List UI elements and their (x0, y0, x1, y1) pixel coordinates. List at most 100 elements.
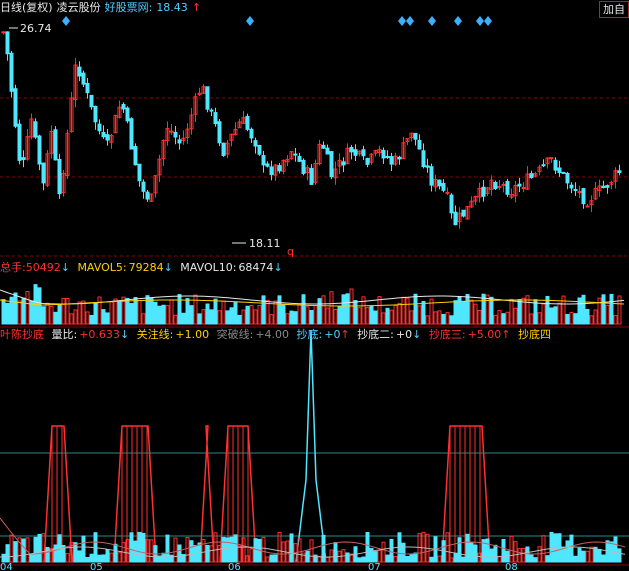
candle-body (445, 191, 450, 194)
volume-bar (381, 312, 386, 325)
candle-body (209, 109, 214, 112)
candle-body (97, 123, 102, 132)
indicator-bar (73, 542, 78, 563)
month-tick-label: 06 (228, 562, 241, 571)
volume-bar (309, 310, 314, 325)
volume-bar (25, 291, 30, 325)
indicator-bar (457, 537, 462, 563)
volume-bar (413, 293, 418, 325)
volume-bar (125, 297, 130, 325)
volume-bar (173, 314, 178, 325)
candle-body (21, 157, 26, 160)
volume-bar (505, 311, 510, 325)
candle-body (265, 163, 270, 167)
volume-bar (397, 302, 402, 325)
volume-bar (93, 302, 98, 325)
mavol10-value: 68474 (238, 261, 274, 274)
candle-body (461, 209, 466, 217)
volume-bar (161, 304, 166, 325)
volume-bar (157, 305, 162, 325)
indicator-bar (141, 532, 146, 563)
indicator-bar (501, 538, 506, 563)
volume-bar (237, 314, 242, 325)
indicator-bar (309, 539, 314, 563)
candle-body (77, 66, 82, 77)
candle-body (341, 161, 346, 166)
volume-bar (269, 314, 274, 325)
indicator-bar (333, 542, 338, 563)
volume-bar (217, 310, 222, 325)
candle-body (417, 139, 422, 150)
candle-body (353, 149, 358, 156)
volume-bar (293, 311, 298, 325)
month-tick-label: 04 (0, 562, 13, 571)
candle-body (321, 144, 326, 149)
volume-bar (541, 303, 546, 325)
volume-bar (137, 300, 142, 325)
volume-legend: 总手:50492↓ MAVOL5: 79284↓ MAVOL10: 68474↓ (0, 260, 287, 276)
indicator-bar (597, 548, 602, 563)
volume-bar (341, 294, 346, 325)
volume-bar (225, 310, 230, 325)
candle-body (277, 165, 282, 172)
volume-bar (181, 312, 186, 325)
mavol10-label: MAVOL10: (180, 261, 237, 274)
candle-body (497, 185, 502, 188)
indicator-bar (461, 556, 466, 563)
indicator-bar (129, 532, 134, 563)
volume-bar (177, 294, 182, 325)
candle-body (429, 166, 434, 186)
volume-bar (97, 296, 102, 325)
indicator-name[interactable]: 叶陈抄底 (0, 328, 44, 341)
volume-bar (245, 305, 250, 325)
candle-body (205, 86, 210, 110)
indicator-bar (305, 550, 310, 563)
candle-body (253, 140, 258, 147)
volume-bar (457, 296, 462, 325)
indicator-bar (21, 538, 26, 563)
month-tick-label: 08 (505, 562, 518, 571)
volume-bar (41, 306, 46, 325)
candle-body (561, 171, 566, 174)
candle-body (389, 156, 394, 165)
indicator-bar (253, 538, 258, 563)
volume-bar (593, 309, 598, 325)
mavol5-line (0, 289, 625, 305)
chaodi3-label: 抄底三: (428, 328, 466, 341)
indicator-bar (249, 548, 254, 563)
candle-body (81, 72, 86, 85)
candle-body (293, 153, 298, 156)
volume-bar (149, 297, 154, 325)
indicator-bar (537, 546, 542, 563)
candle-body (549, 157, 554, 160)
volume-bar (565, 313, 570, 325)
period-label[interactable]: 日线(复权) (0, 1, 53, 14)
candle-body (89, 94, 94, 108)
down-arrow-icon: ↓ (119, 328, 130, 341)
volume-bar (377, 296, 382, 325)
indicator-bar (273, 554, 278, 563)
volume-bar (401, 296, 406, 325)
volume-bar (213, 298, 218, 325)
month-tick-label: 07 (368, 562, 381, 571)
volume-bar (189, 305, 194, 325)
indicator-bar (97, 554, 102, 563)
down-arrow-icon: ↓ (412, 328, 422, 341)
volume-name: 总手: (0, 261, 26, 274)
guanzhu-value: +1.00 (175, 328, 210, 341)
volume-bar (209, 309, 214, 325)
candle-body (505, 180, 510, 195)
candle-body (553, 159, 558, 171)
up-arrow-icon: ↑ (340, 328, 350, 341)
indicator-bar (105, 549, 110, 563)
indicator-bar (505, 550, 510, 563)
indicator-bar (261, 536, 266, 563)
volume-bar (169, 299, 174, 325)
volume-bar (569, 312, 574, 325)
volume-bar (549, 307, 554, 325)
candle-body (221, 142, 226, 157)
volume-bar (133, 297, 138, 325)
volume-bar (609, 293, 614, 325)
indicator-bar (445, 532, 450, 563)
add-button[interactable]: 加自 (599, 1, 629, 18)
